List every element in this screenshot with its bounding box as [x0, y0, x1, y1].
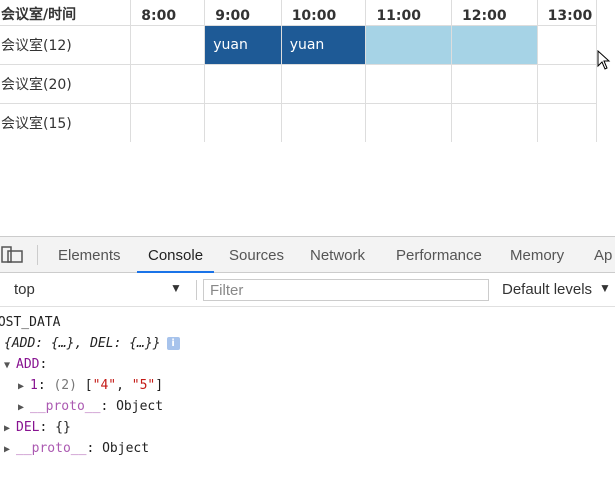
log-levels-selector[interactable]: Default levels [502, 281, 592, 298]
room-name: 会议室(20) [0, 64, 132, 104]
tab-elements[interactable]: Elements [58, 237, 121, 272]
console-log-label: POST_DATA [0, 315, 61, 330]
filterbar-divider [196, 280, 197, 300]
console-output: POST_DATA {ADD: {…}, DEL: {…}} i ▼ ADD: ▶ 1… [0, 313, 615, 496]
device-toolbar-icon[interactable] [0, 245, 24, 265]
context-dropdown-arrow-icon[interactable]: ▼ [170, 281, 182, 295]
slot-cell[interactable] [204, 103, 282, 142]
slot-cell-booked[interactable]: yuan [280, 25, 367, 65]
booking-table-region: 会议室/时间 8:00 9:00 10:00 11:00 12:00 13:00… [0, 0, 615, 142]
room-row: 会议室(12) yuan yuan [0, 25, 598, 65]
tab-sources[interactable]: Sources [229, 237, 284, 272]
proto-value: Object [116, 399, 164, 414]
levels-dropdown-arrow-icon[interactable]: ▼ [599, 281, 611, 295]
slot-cell[interactable] [130, 103, 206, 142]
slot-cell[interactable] [451, 64, 538, 104]
del-value: {} [55, 420, 71, 435]
slot-cell[interactable] [365, 64, 453, 104]
proto-key: __proto__ [30, 399, 101, 414]
room-name: 会议室(12) [0, 25, 132, 65]
slot-cell-selected[interactable] [451, 25, 538, 65]
array-value: "4" [92, 378, 117, 393]
devtools-tabbar: Elements Console Sources Network Perform… [0, 236, 615, 273]
header-row: 会议室/时间 8:00 9:00 10:00 11:00 12:00 13:00 [0, 0, 598, 26]
slot-cell[interactable] [536, 64, 598, 104]
devtools-panel: Elements Console Sources Network Perform… [0, 236, 615, 496]
tab-memory[interactable]: Memory [510, 237, 564, 272]
slot-cell[interactable] [536, 103, 598, 142]
slot-cell[interactable] [204, 64, 282, 104]
collapsed-arrow-icon: ▶ [4, 423, 11, 434]
time-header-8: 8:00 [130, 0, 206, 26]
time-header-9: 9:00 [204, 0, 282, 26]
slot-cell[interactable] [536, 25, 598, 65]
room-row: 会议室(20) [0, 64, 598, 104]
slot-cell[interactable] [130, 64, 206, 104]
root-proto-node[interactable]: ▶ __proto__: Object [4, 439, 149, 459]
add-node[interactable]: ▼ ADD: [4, 355, 47, 375]
context-selector[interactable]: top [14, 281, 35, 298]
slot-cell-booked[interactable]: yuan [204, 25, 282, 65]
slot-cell[interactable] [280, 103, 367, 142]
console-object-summary[interactable]: {ADD: {…}, DEL: {…}} i [4, 334, 180, 354]
collapsed-arrow-icon: ▶ [18, 402, 25, 413]
slot-cell[interactable] [451, 103, 538, 142]
array-length: (2) [53, 378, 77, 393]
tabbar-divider [37, 245, 38, 265]
info-icon: i [166, 337, 180, 350]
add-key: ADD [16, 357, 40, 372]
booking-table: 会议室/时间 8:00 9:00 10:00 11:00 12:00 13:00… [0, 0, 598, 142]
time-header-11: 11:00 [365, 0, 453, 26]
room-row: 会议室(15) [0, 103, 598, 142]
console-filterbar: top ▼ Default levels ▼ [0, 273, 615, 307]
slot-cell[interactable] [130, 25, 206, 65]
tab-network[interactable]: Network [310, 237, 365, 272]
time-header-12: 12:00 [451, 0, 538, 26]
colon: : [39, 357, 48, 372]
tab-application[interactable]: Ap [594, 237, 612, 272]
slot-cell-selected[interactable] [365, 25, 453, 65]
collapsed-arrow-icon: ▶ [4, 444, 11, 455]
add-item-key: 1 [30, 378, 38, 393]
array-value: "5" [131, 378, 156, 393]
time-header-10: 10:00 [280, 0, 367, 26]
console-filter-input[interactable] [203, 279, 489, 301]
tab-performance[interactable]: Performance [396, 237, 482, 272]
slot-cell[interactable] [365, 103, 453, 142]
collapsed-arrow-icon: ▶ [18, 381, 25, 392]
object-summary-text: {ADD: {…}, DEL: {…}} [4, 336, 161, 351]
add-item-node[interactable]: ▶ 1: (2) ["4", "5"] [18, 376, 163, 396]
proto-key: __proto__ [16, 441, 87, 456]
mouse-cursor-icon [597, 50, 611, 70]
del-node[interactable]: ▶ DEL: {} [4, 418, 71, 438]
add-proto-node[interactable]: ▶ __proto__: Object [18, 397, 163, 417]
proto-value: Object [102, 441, 150, 456]
tab-console[interactable]: Console [137, 237, 215, 273]
time-header-13: 13:00 [536, 0, 598, 26]
slot-cell[interactable] [280, 64, 367, 104]
room-name: 会议室(15) [0, 103, 132, 142]
del-key: DEL [16, 420, 40, 435]
room-time-header: 会议室/时间 [0, 0, 132, 26]
expanded-arrow-icon: ▼ [4, 360, 11, 371]
